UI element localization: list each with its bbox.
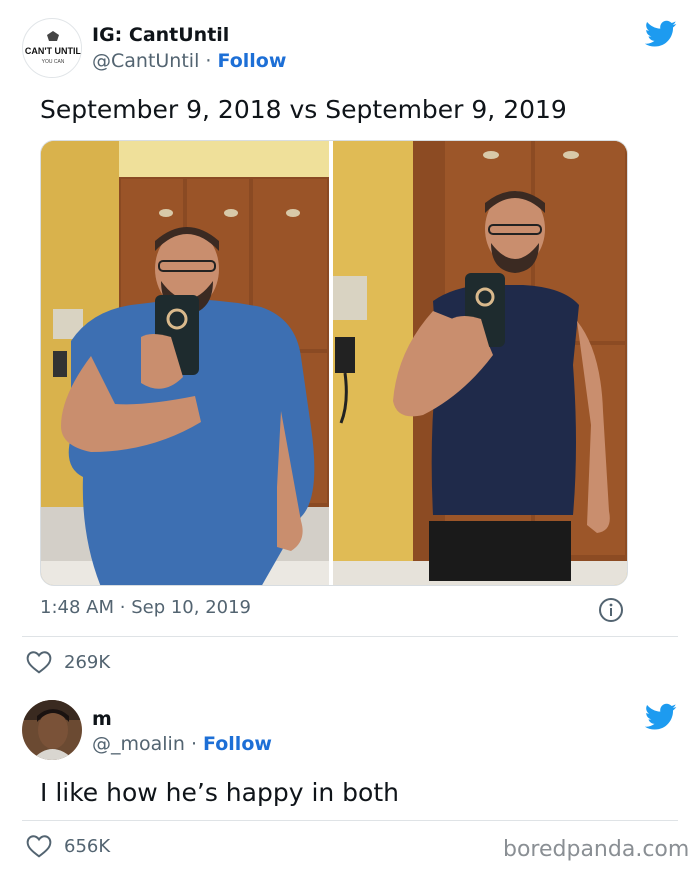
- tweet-text: September 9, 2018 vs September 9, 2019: [40, 95, 567, 124]
- svg-text:CAN'T UNTIL: CAN'T UNTIL: [25, 46, 82, 56]
- tweet-time: 1:48 AM: [40, 597, 114, 618]
- follow-button-reply[interactable]: Follow: [203, 733, 272, 755]
- watermark: boredpanda.com: [503, 837, 690, 862]
- timestamp-separator: ·: [119, 597, 126, 618]
- handle-row: @CantUntil · Follow: [92, 50, 286, 72]
- divider: [22, 636, 678, 637]
- heart-icon: [26, 650, 52, 674]
- handle-row-reply: @_moalin · Follow: [92, 733, 272, 755]
- handle-separator: ·: [205, 50, 212, 72]
- handle[interactable]: @CantUntil: [92, 50, 199, 72]
- svg-text:YOU CAN: YOU CAN: [42, 59, 65, 65]
- twitter-bird-icon[interactable]: [644, 20, 677, 48]
- avatar-moalin[interactable]: [22, 700, 82, 760]
- handle-reply[interactable]: @_moalin: [92, 733, 185, 755]
- tweet-date: Sep 10, 2019: [131, 597, 252, 618]
- like-count-reply: 656K: [64, 835, 111, 857]
- display-name-reply[interactable]: m: [92, 708, 112, 730]
- photo-2019[interactable]: [333, 141, 627, 585]
- tweet-main: CAN'T UNTIL YOU CAN IG: CantUntil @CantU…: [0, 0, 700, 690]
- reply-text: I like how he’s happy in both: [40, 778, 399, 807]
- photo-2018[interactable]: [41, 141, 329, 585]
- follow-button[interactable]: Follow: [218, 50, 287, 72]
- display-name[interactable]: IG: CantUntil: [92, 24, 229, 46]
- divider: [22, 820, 678, 821]
- like-count: 269K: [64, 651, 111, 673]
- heart-icon: [26, 834, 52, 858]
- like-button-reply[interactable]: 656K: [26, 834, 110, 858]
- info-icon[interactable]: [598, 597, 624, 623]
- like-button[interactable]: 269K: [26, 650, 110, 674]
- media-container[interactable]: [40, 140, 628, 586]
- avatar-cantuntil[interactable]: CAN'T UNTIL YOU CAN: [22, 18, 82, 78]
- twitter-bird-icon[interactable]: [644, 703, 677, 731]
- handle-separator-reply: ·: [190, 733, 197, 755]
- tweet-timestamp[interactable]: 1:48 AM · Sep 10, 2019: [40, 597, 251, 618]
